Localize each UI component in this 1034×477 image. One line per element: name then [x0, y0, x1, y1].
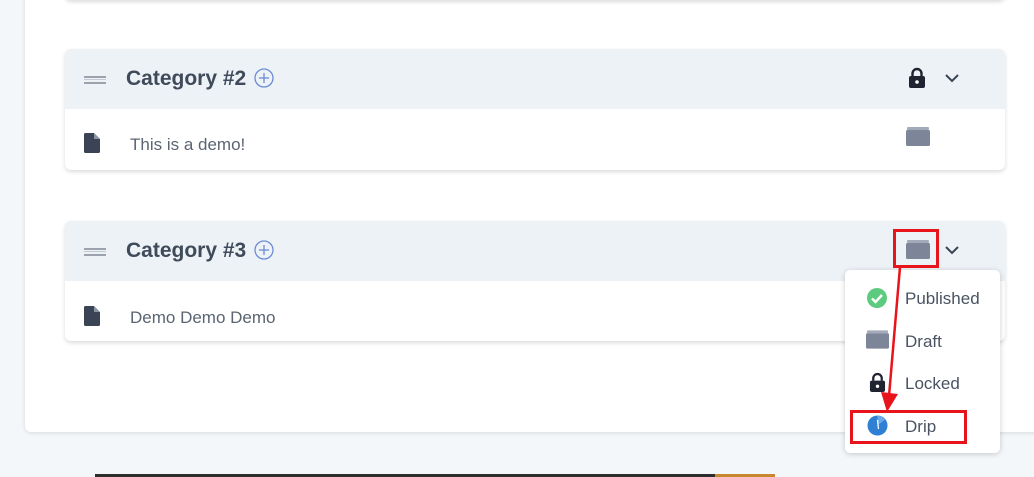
chevron-down-icon[interactable]	[943, 69, 961, 87]
drag-handle-icon[interactable]	[84, 248, 106, 256]
status-option-draft[interactable]: Draft	[845, 324, 1000, 360]
annotation-arrow	[881, 266, 902, 412]
add-lesson-icon[interactable]	[254, 68, 274, 88]
folder-icon[interactable]	[906, 127, 930, 146]
lesson-title[interactable]: This is a demo!	[130, 135, 245, 155]
category-header[interactable]: Category #2	[65, 49, 1005, 109]
lesson-row[interactable]: This is a demo!	[65, 109, 1005, 170]
status-option-drip[interactable]: Drip	[845, 409, 1000, 445]
category-card: Category #2 This is a demo!	[65, 49, 1005, 170]
document-icon	[84, 306, 100, 326]
document-icon	[84, 133, 100, 153]
drag-handle-icon[interactable]	[84, 76, 106, 84]
status-option-label: Published	[905, 289, 980, 308]
folder-icon[interactable]	[906, 240, 930, 259]
status-option-label: Drip	[905, 417, 937, 436]
lesson-title[interactable]: Demo Demo Demo	[130, 308, 276, 328]
status-option-published[interactable]: Published	[845, 281, 1000, 317]
status-option-label: Draft	[905, 332, 942, 351]
category-title: Category #2	[126, 67, 247, 90]
chevron-down-icon[interactable]	[943, 241, 961, 259]
status-option-label: Locked	[905, 374, 960, 393]
lock-icon[interactable]	[908, 67, 926, 89]
status-option-locked[interactable]: Locked	[845, 366, 1000, 402]
status-dropdown-menu: Published Draft Locked Drip	[845, 270, 1000, 453]
category-title: Category #3	[126, 239, 247, 262]
clock-icon	[867, 415, 888, 436]
add-lesson-icon[interactable]	[254, 240, 274, 260]
